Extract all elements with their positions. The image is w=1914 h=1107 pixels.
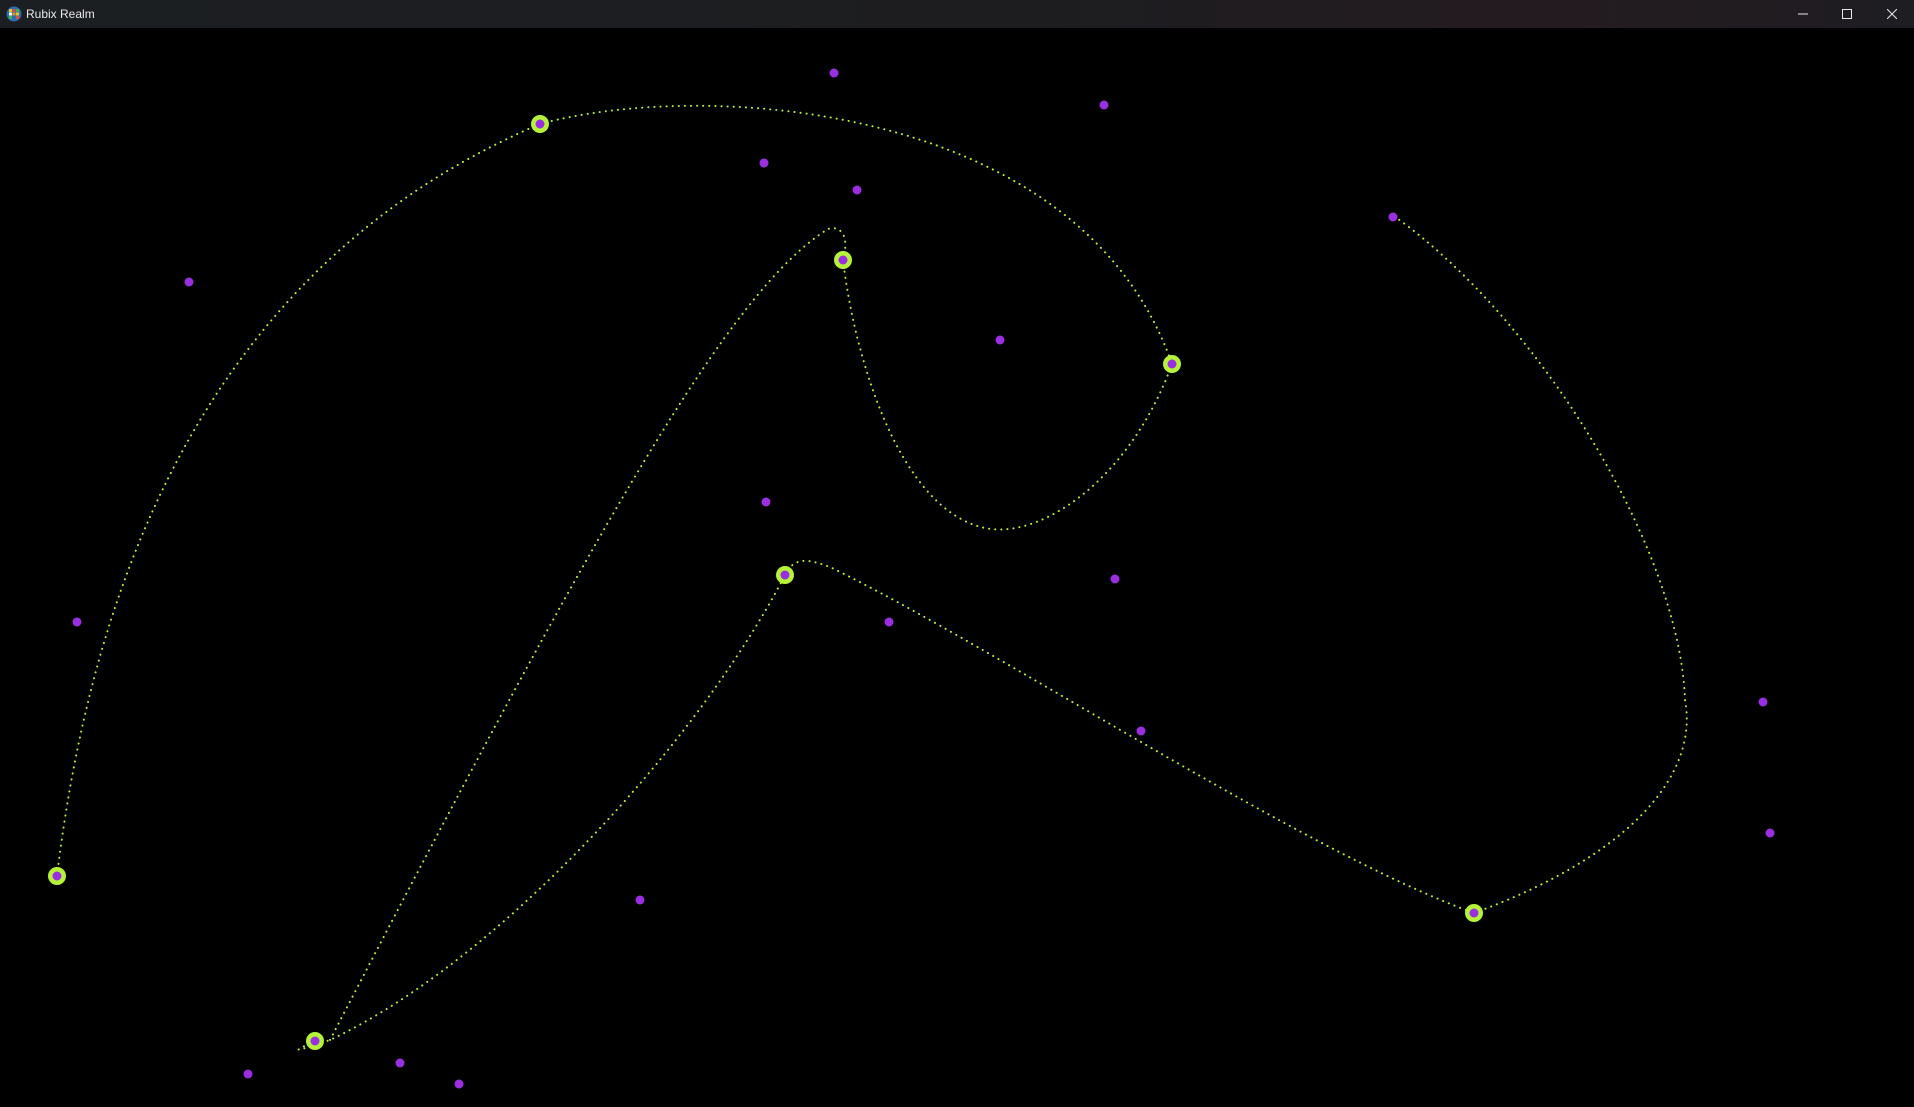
close-button[interactable] [1870,0,1914,28]
anchor-core [1469,908,1479,918]
free-point-18[interactable] [995,335,1005,345]
spline-curves [56,104,1688,1051]
free-point-17[interactable] [635,895,645,905]
dotted-curve-5 [297,574,786,1051]
anchor-node-1[interactable] [48,867,66,885]
anchor-node-3[interactable] [834,251,852,269]
anchor-node-2[interactable] [531,115,549,133]
rubix-cube-icon [6,6,22,22]
free-point-10[interactable] [884,617,894,627]
dotted-curve-4 [329,227,847,1041]
anchor-core [310,1036,320,1046]
maximize-icon [1842,9,1852,19]
free-point-2[interactable] [1099,100,1109,110]
minimize-icon [1798,9,1808,19]
free-point-15[interactable] [454,1079,464,1089]
dotted-curve-1 [56,123,541,877]
free-point-12[interactable] [1758,697,1768,707]
app-window: Rubix Realm [0,0,1914,1107]
scatter-points [72,68,1775,1089]
minimize-button[interactable] [1781,0,1825,28]
maximize-button[interactable] [1825,0,1869,28]
window-title: Rubix Realm [26,7,95,21]
dotted-curve-2 [539,104,1173,365]
free-point-1[interactable] [829,68,839,78]
free-point-3[interactable] [759,158,769,168]
free-point-8[interactable] [761,497,771,507]
dotted-curve-3 [842,259,1173,531]
anchor-core [52,871,62,881]
anchor-core [535,119,545,129]
free-point-13[interactable] [1765,828,1775,838]
anchor-core [1167,359,1177,369]
drawing-canvas[interactable] [0,28,1914,1107]
free-point-16[interactable] [395,1058,405,1068]
free-point-11[interactable] [1136,726,1146,736]
dotted-curve-6 [784,559,1475,914]
free-point-5[interactable] [184,277,194,287]
anchor-core [780,570,790,580]
anchor-node-7[interactable] [1465,904,1483,922]
anchor-node-4[interactable] [1163,355,1181,373]
free-point-4[interactable] [852,185,862,195]
close-icon [1887,9,1897,19]
free-point-9[interactable] [1110,574,1120,584]
anchor-node-6[interactable] [306,1032,324,1050]
dotted-curve-7 [1393,215,1688,914]
free-point-7[interactable] [72,617,82,627]
anchor-core [838,255,848,265]
free-point-14[interactable] [243,1069,253,1079]
anchor-nodes [48,115,1483,1050]
anchor-node-5[interactable] [776,566,794,584]
title-bar[interactable]: Rubix Realm [0,0,1914,28]
free-point-6[interactable] [1388,212,1398,222]
